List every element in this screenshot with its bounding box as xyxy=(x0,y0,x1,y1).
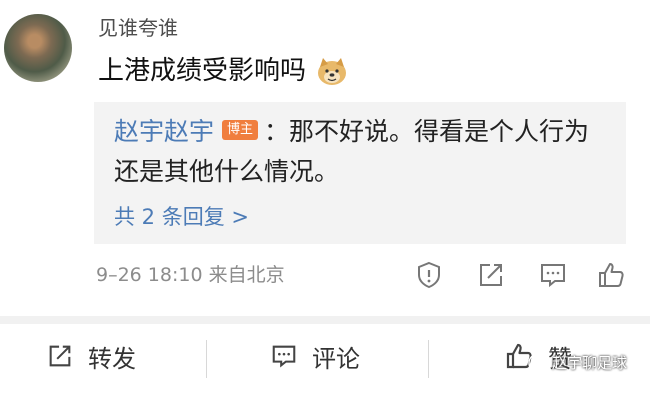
repost-icon xyxy=(49,345,71,367)
repost-button[interactable]: 转发 xyxy=(46,336,136,376)
comment-text: 上港成绩受影响吗 xyxy=(98,52,348,90)
more-replies-link[interactable]: 共 2 条回复 > xyxy=(114,202,249,232)
share-icon[interactable] xyxy=(476,260,506,290)
repost-label: 转发 xyxy=(88,344,136,373)
action-divider xyxy=(206,340,207,378)
avatar[interactable] xyxy=(4,14,72,82)
reply-preview[interactable]: 赵宇赵宇 博主 ：那不好说。得看是个人行为 还是其他什么情况。 共 2 条回复 > xyxy=(94,102,626,244)
wechat-logo-icon xyxy=(528,352,548,373)
watermark: 赵宇聊足球 xyxy=(528,352,627,373)
reply-line-1: 赵宇赵宇 博主 ：那不好说。得看是个人行为 xyxy=(114,114,589,150)
comment-action-icon xyxy=(272,345,296,368)
reply-line-2: 还是其他什么情况。 xyxy=(114,154,339,190)
author-badge: 博主 xyxy=(222,120,259,140)
comment-button[interactable]: 评论 xyxy=(270,336,360,376)
reply-author[interactable]: 赵宇赵宇 xyxy=(114,117,214,146)
reply-text-2: 还是其他什么情况。 xyxy=(114,157,340,186)
comment-body: 上港成绩受影响吗 xyxy=(98,56,307,86)
like-icon[interactable] xyxy=(596,260,626,290)
reply-text-1: ：那不好说。得看是个人行为 xyxy=(264,117,590,146)
comment-label: 评论 xyxy=(312,344,360,373)
doge-emoji-icon xyxy=(318,57,347,85)
report-icon[interactable] xyxy=(414,260,444,290)
username[interactable]: 见谁夸谁 xyxy=(98,14,178,42)
comment-icon[interactable] xyxy=(538,260,568,290)
action-divider xyxy=(428,340,429,378)
comment-timestamp: 9–26 18:10 来自北京 xyxy=(96,264,285,286)
watermark-text: 赵宇聊足球 xyxy=(552,354,628,372)
section-divider xyxy=(0,316,650,324)
